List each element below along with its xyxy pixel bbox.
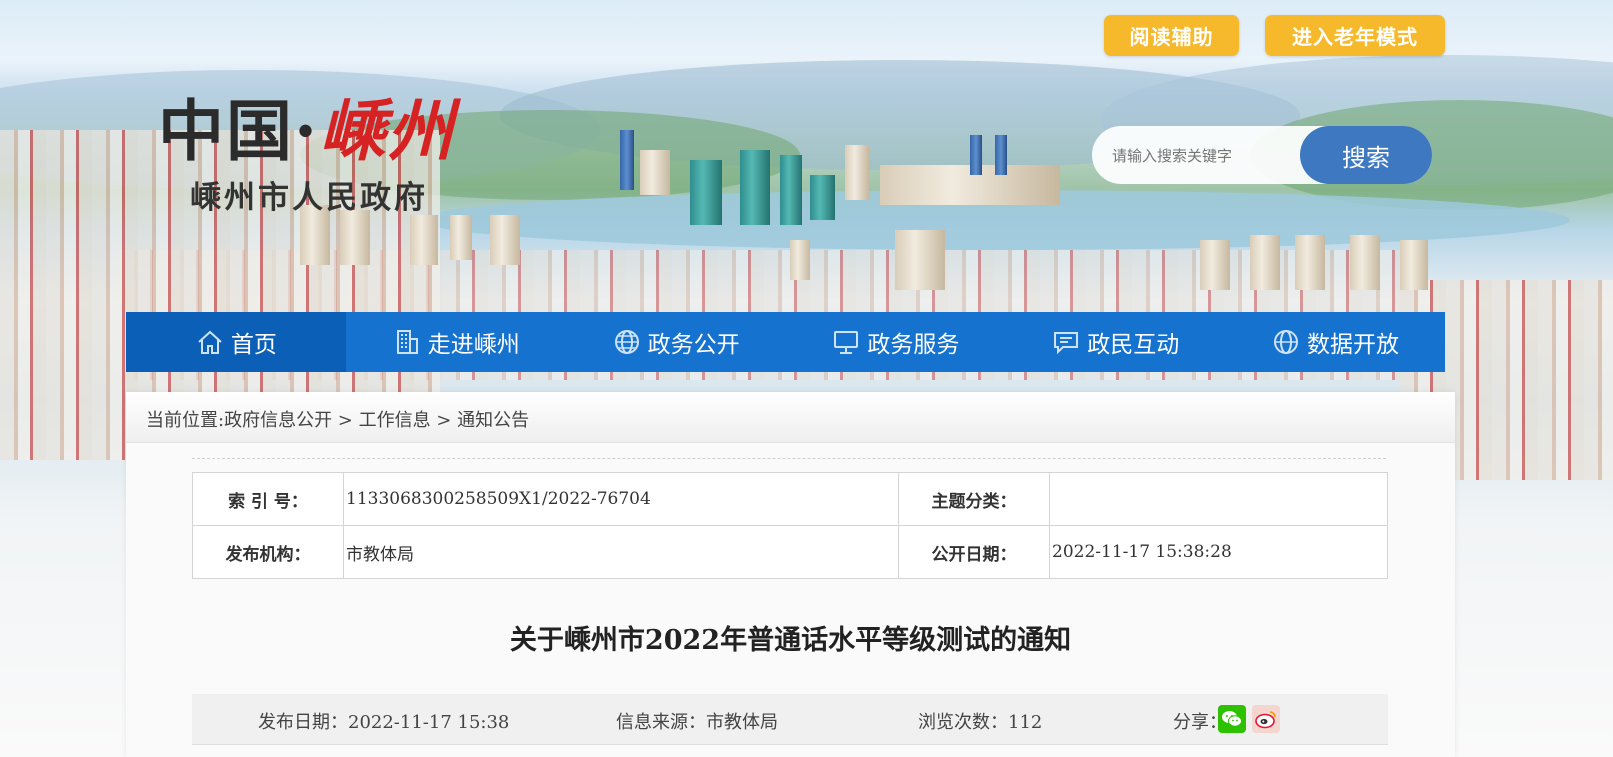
nav-item-label: 首页 bbox=[230, 332, 277, 358]
metadata-table: 索 引 号： 1133068300258509X1/2022-76704 主题分… bbox=[192, 472, 1388, 579]
site-logo[interactable]: 中国·嵊州 bbox=[158, 98, 455, 164]
nav-item-label: 数据开放 bbox=[1307, 332, 1400, 358]
reading-aid-button[interactable]: 阅读辅助 bbox=[1104, 15, 1239, 56]
globe-data-icon bbox=[1274, 330, 1299, 354]
breadcrumb-link-work-info[interactable]: 工作信息 bbox=[359, 410, 431, 431]
breadcrumb-link-gov-info[interactable]: 政府信息公开 bbox=[224, 410, 332, 431]
nav-item-home[interactable]: 首页 bbox=[126, 312, 346, 372]
building-icon bbox=[396, 330, 418, 354]
weibo-share-icon[interactable] bbox=[1252, 705, 1280, 733]
logo-dot: · bbox=[294, 92, 319, 170]
content-panel: 当前位置:政府信息公开 > 工作信息 > 通知公告 索 引 号： 1133068… bbox=[126, 392, 1455, 757]
chat-icon bbox=[1054, 332, 1079, 355]
topic-category-value bbox=[1049, 472, 1388, 526]
search-button[interactable]: 搜索 bbox=[1300, 126, 1432, 184]
main-nav: 首页 走进嵊州 政务公开 政务服务 政民互动 数据开放 bbox=[126, 312, 1445, 372]
home-icon bbox=[198, 330, 222, 354]
publisher-value: 市教体局 bbox=[343, 525, 899, 579]
breadcrumb-link-notices[interactable]: 通知公告 bbox=[457, 410, 529, 431]
search-input[interactable] bbox=[1110, 140, 1294, 172]
logo-subtitle: 嵊州市人民政府 bbox=[190, 180, 428, 216]
globe-icon bbox=[614, 330, 639, 354]
article-title: 关于嵊州市2022年普通话水平等级测试的通知 bbox=[509, 625, 1072, 656]
nav-item-interaction[interactable]: 政民互动 bbox=[1005, 312, 1225, 372]
table-row: 索 引 号： 1133068300258509X1/2022-76704 主题分… bbox=[192, 472, 1388, 526]
logo-text-china: 中国 bbox=[158, 92, 294, 170]
view-count: 浏览次数：112 bbox=[918, 712, 1043, 733]
breadcrumb-separator: > bbox=[430, 410, 458, 431]
info-source: 信息来源：市教体局 bbox=[616, 712, 778, 733]
monitor-icon bbox=[834, 331, 859, 354]
publisher-label: 发布机构： bbox=[192, 525, 344, 579]
index-number-value: 1133068300258509X1/2022-76704 bbox=[343, 472, 899, 526]
breadcrumb-separator: > bbox=[332, 410, 359, 431]
article-info-bar: 发布日期：2022-11-17 15:38 信息来源：市教体局 浏览次数：112… bbox=[192, 694, 1388, 745]
table-row: 发布机构： 市教体局 公开日期： 2022-11-17 15:38:28 bbox=[192, 525, 1388, 579]
breadcrumb: 当前位置:政府信息公开 > 工作信息 > 通知公告 bbox=[146, 406, 529, 432]
nav-item-about[interactable]: 走进嵊州 bbox=[346, 312, 566, 372]
nav-item-open-data[interactable]: 数据开放 bbox=[1225, 312, 1445, 372]
nav-item-label: 政务公开 bbox=[647, 332, 740, 358]
publish-date: 发布日期：2022-11-17 15:38 bbox=[258, 712, 510, 733]
nav-item-gov-affairs-open[interactable]: 政务公开 bbox=[566, 312, 786, 372]
nav-item-label: 走进嵊州 bbox=[427, 332, 520, 358]
nav-item-gov-services[interactable]: 政务服务 bbox=[785, 312, 1005, 372]
logo-text-shengzhou: 嵊州 bbox=[318, 92, 455, 170]
open-date-value: 2022-11-17 15:38:28 bbox=[1049, 525, 1388, 579]
divider bbox=[192, 458, 1386, 459]
wechat-share-icon[interactable] bbox=[1218, 705, 1246, 733]
index-number-label: 索 引 号： bbox=[192, 472, 344, 526]
nav-item-label: 政民互动 bbox=[1087, 332, 1180, 358]
elder-mode-button[interactable]: 进入老年模式 bbox=[1265, 15, 1445, 56]
breadcrumb-bar: 当前位置:政府信息公开 > 工作信息 > 通知公告 bbox=[126, 392, 1455, 443]
nav-item-label: 政务服务 bbox=[867, 332, 960, 358]
topic-category-label: 主题分类： bbox=[898, 472, 1050, 526]
open-date-label: 公开日期： bbox=[898, 525, 1050, 579]
breadcrumb-prefix: 当前位置: bbox=[146, 410, 225, 431]
